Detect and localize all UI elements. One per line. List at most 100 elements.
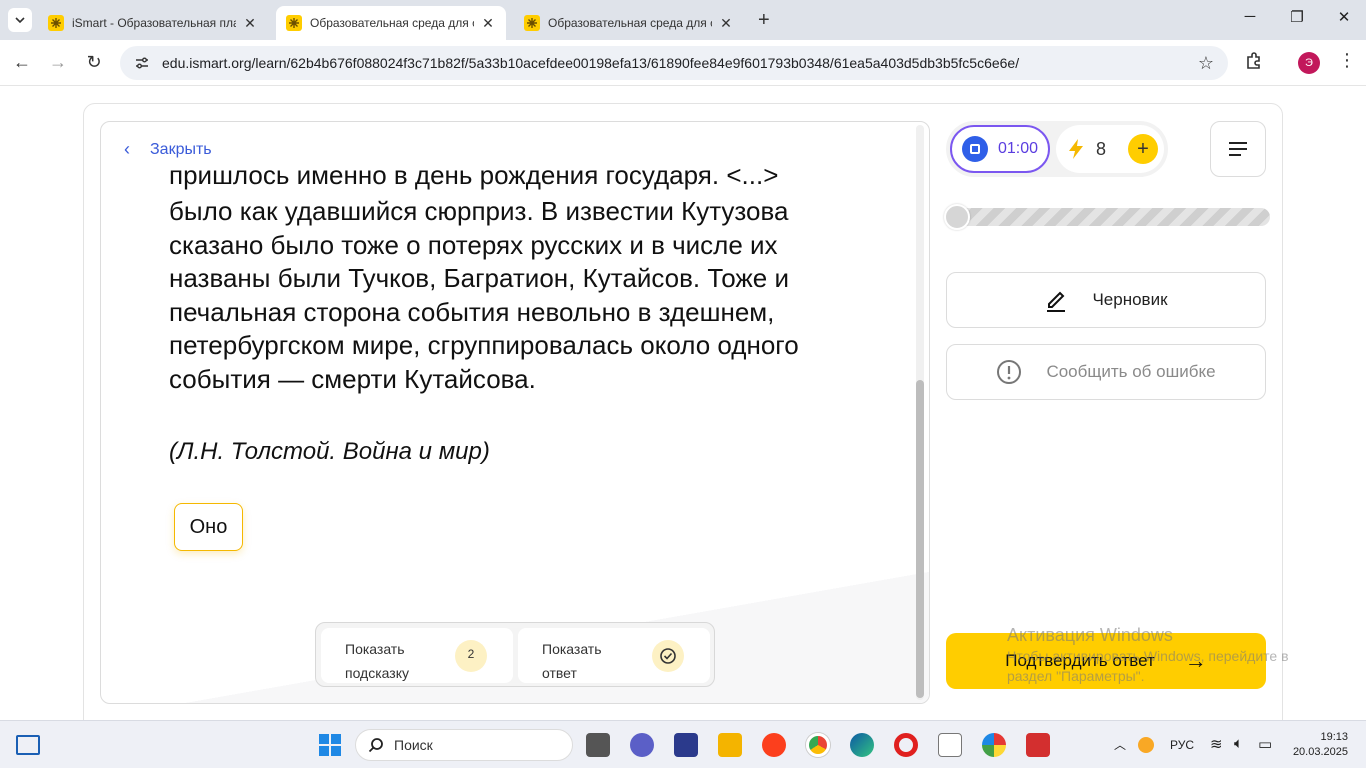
status-pill: 01:00 8 + xyxy=(946,121,1168,177)
chrome-icon[interactable] xyxy=(806,733,830,757)
page-content: ‹ Закрыть пришлось именно в день рождени… xyxy=(0,87,1366,743)
draft-label: Черновик xyxy=(1092,290,1168,309)
show-answer-button[interactable]: Показать ответ xyxy=(518,628,710,683)
report-error-button[interactable]: Сообщить об ошибке xyxy=(946,344,1266,400)
passage-line: петербургском мире, сгруппировалась окол… xyxy=(169,330,799,360)
reload-icon[interactable]: ↻ xyxy=(82,52,106,73)
wifi-icon[interactable]: ≋ xyxy=(1210,735,1223,753)
document-icon[interactable] xyxy=(938,733,962,757)
submit-label: Подтвердить ответ xyxy=(1005,651,1155,670)
url-text: edu.ismart.org/learn/62b4b676f088024f3c7… xyxy=(162,55,1020,71)
tab-search-button[interactable] xyxy=(8,8,32,32)
tray-expand-chevron-icon[interactable]: ︿ xyxy=(1114,736,1126,753)
submit-answer-button[interactable]: Подтвердить ответ → xyxy=(946,633,1266,689)
ismart-favicon-icon xyxy=(286,15,302,31)
ismart-favicon-icon xyxy=(524,15,540,31)
ismart-favicon-icon xyxy=(48,15,64,31)
volume-icon[interactable]: 🔈︎ xyxy=(1234,735,1243,752)
edge-icon[interactable] xyxy=(850,733,874,757)
profile-avatar[interactable]: Э xyxy=(1298,52,1320,74)
browser-tab-2[interactable]: Образовательная среда для са ✕ xyxy=(276,6,506,40)
answer-label-line2: ответ xyxy=(542,665,577,681)
close-tab-icon[interactable]: ✕ xyxy=(718,15,734,32)
yandex-browser-icon[interactable] xyxy=(762,733,786,757)
timer-value: 01:00 xyxy=(998,140,1039,157)
tray-app-icon[interactable] xyxy=(1138,737,1154,753)
back-arrow-icon[interactable]: ← xyxy=(10,52,34,73)
arrow-right-icon: → xyxy=(1184,648,1207,673)
start-windows-icon[interactable] xyxy=(318,733,342,757)
add-energy-button[interactable]: + xyxy=(1128,134,1158,164)
helper-buttons-group: Показать подсказку 2 Показать ответ xyxy=(315,622,715,687)
photos-app-icon[interactable] xyxy=(982,733,1006,757)
forward-arrow-icon[interactable]: → xyxy=(46,52,70,73)
browser-toolbar: ← → ↻ edu.ismart.org/learn/62b4b676f0880… xyxy=(0,40,1366,86)
passage-citation: (Л.Н. Толстой. Война и мир) xyxy=(169,438,490,465)
lightbulb-icon: 2 xyxy=(455,640,487,672)
language-indicator[interactable]: РУС xyxy=(1170,738,1194,752)
progress-knob xyxy=(944,204,970,230)
browser-tab-bar: iSmart - Образовательная пла ✕ Образоват… xyxy=(0,0,1366,40)
task-menu-button[interactable] xyxy=(1210,121,1266,177)
browser-tab-1[interactable]: iSmart - Образовательная пла ✕ xyxy=(38,6,268,40)
report-label: Сообщить об ошибке xyxy=(1046,362,1216,381)
tab-title: iSmart - Образовательная пла xyxy=(72,16,236,30)
progress-bar xyxy=(944,204,1270,230)
scrollbar-thumb[interactable] xyxy=(916,380,924,698)
calendar-app-icon[interactable] xyxy=(674,733,698,757)
lightning-icon xyxy=(1069,139,1083,159)
passage-line: названы были Тучков, Багратион, Кутайсов… xyxy=(169,263,789,293)
pencil-icon xyxy=(1044,287,1068,313)
clock-time: 19:13 xyxy=(1320,731,1348,743)
passage-line: печальная сторона события невольно в зде… xyxy=(169,296,775,327)
more-menu-icon[interactable]: ⋮ xyxy=(1338,50,1356,71)
list-menu-icon xyxy=(1229,142,1247,156)
passage-line: события — смерти Кутайсова. xyxy=(169,363,536,394)
stop-timer-icon[interactable] xyxy=(962,136,988,162)
hint-label-line1: Показать xyxy=(345,641,405,657)
check-circle-icon xyxy=(652,640,684,672)
exclamation-circle-icon xyxy=(996,359,1022,385)
file-explorer-icon[interactable] xyxy=(718,733,742,757)
passage-line: было как удавшийся сюрприз. В известии К… xyxy=(169,196,789,226)
hint-label-line2: подсказку xyxy=(345,665,409,681)
taskbar-search[interactable]: Поиск xyxy=(355,729,573,761)
site-settings-icon[interactable] xyxy=(134,55,150,71)
bookmark-star-icon[interactable]: ☆ xyxy=(1198,53,1214,74)
wps-office-icon[interactable] xyxy=(1026,733,1050,757)
task-view-icon[interactable] xyxy=(586,733,610,757)
timer[interactable]: 01:00 xyxy=(950,125,1050,173)
extensions-puzzle-icon[interactable] xyxy=(1244,51,1264,76)
widgets-icon[interactable] xyxy=(16,735,40,755)
clock-date: 20.03.2025 xyxy=(1292,746,1348,758)
tab-title: Образовательная среда для са xyxy=(310,16,474,30)
address-bar[interactable]: edu.ismart.org/learn/62b4b676f088024f3c7… xyxy=(120,46,1228,80)
show-hint-button[interactable]: Показать подсказку 2 xyxy=(321,628,513,683)
new-tab-plus-icon[interactable]: + xyxy=(758,9,770,32)
passage-line-partial: пришлось именно в день рождения государя… xyxy=(169,167,779,190)
energy-value: 8 xyxy=(1096,138,1107,159)
hint-count-badge: 2 xyxy=(467,647,475,661)
answer-label-line1: Показать xyxy=(542,641,602,657)
search-placeholder: Поиск xyxy=(394,737,433,753)
draft-button[interactable]: Черновик xyxy=(946,272,1266,328)
opera-icon[interactable] xyxy=(894,733,918,757)
browser-tab-3[interactable]: Образовательная среда для са ✕ xyxy=(514,6,744,40)
close-tab-icon[interactable]: ✕ xyxy=(242,15,258,32)
minimize-icon[interactable]: ─ xyxy=(1238,8,1262,25)
energy-counter: 8 + xyxy=(1056,125,1164,173)
close-label: Закрыть xyxy=(150,140,212,158)
restore-icon[interactable]: ❐ xyxy=(1285,8,1309,26)
tab-title: Образовательная среда для са xyxy=(548,16,712,30)
answer-option-chip[interactable]: Оно xyxy=(174,503,243,551)
taskbar-clock[interactable]: 19:13 20.03.2025 xyxy=(1286,730,1348,760)
close-task-link[interactable]: ‹ Закрыть xyxy=(124,139,212,160)
search-icon xyxy=(368,737,384,753)
close-tab-icon[interactable]: ✕ xyxy=(480,15,496,32)
windows-taskbar: Поиск ︿ РУС ≋ 🔈︎ ▭ 19:13 20.03.2025 xyxy=(0,720,1366,768)
close-window-icon[interactable]: ✕ xyxy=(1332,8,1356,26)
chat-icon[interactable] xyxy=(630,733,654,757)
task-scrollbar[interactable] xyxy=(916,125,924,700)
passage-line: сказано было тоже о потерях русских и в … xyxy=(169,229,778,260)
battery-icon[interactable]: ▭ xyxy=(1258,735,1272,753)
